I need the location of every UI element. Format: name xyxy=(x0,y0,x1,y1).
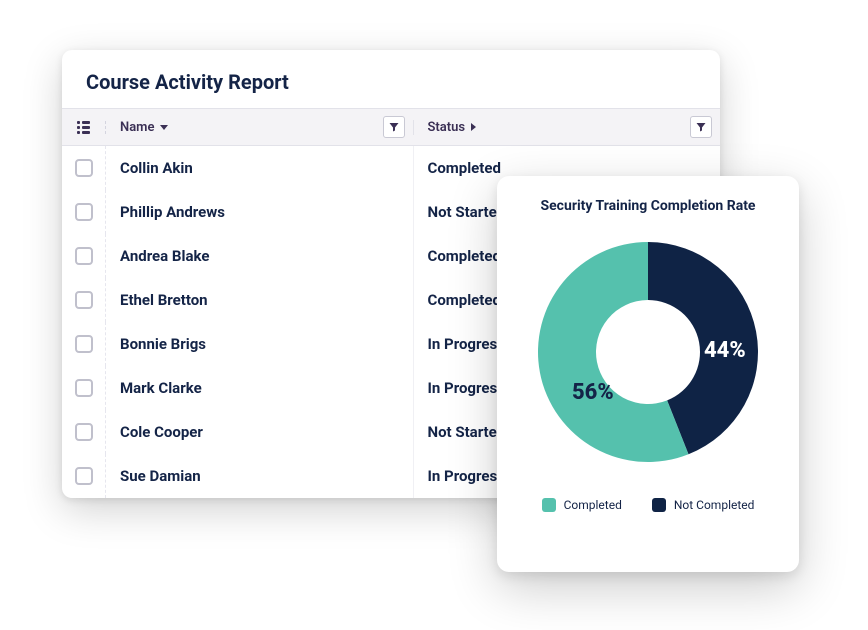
row-checkbox-cell xyxy=(62,190,106,234)
row-name: Sue Damian xyxy=(120,467,201,485)
row-checkbox[interactable] xyxy=(75,423,93,441)
donut-chart: 56% 44% xyxy=(528,232,768,472)
funnel-icon xyxy=(695,121,707,133)
row-checkbox-cell xyxy=(62,278,106,322)
row-checkbox[interactable] xyxy=(75,159,93,177)
row-name: Mark Clarke xyxy=(120,379,202,397)
list-icon xyxy=(77,121,90,134)
row-name-cell: Collin Akin xyxy=(106,146,414,190)
row-checkbox[interactable] xyxy=(75,335,93,353)
row-status: Completed xyxy=(428,291,501,309)
sort-right-icon xyxy=(471,123,476,131)
row-status: Not Started xyxy=(428,203,506,221)
row-status: In Progress xyxy=(428,335,505,353)
row-checkbox-cell xyxy=(62,322,106,366)
row-checkbox-cell xyxy=(62,146,106,190)
row-name: Ethel Bretton xyxy=(120,291,208,309)
chart-legend: Completed Not Completed xyxy=(542,498,755,512)
funnel-icon xyxy=(388,121,400,133)
row-status: Completed xyxy=(428,159,501,177)
row-status: In Progress xyxy=(428,379,505,397)
row-checkbox-cell xyxy=(62,234,106,278)
legend-item-not-completed: Not Completed xyxy=(652,498,755,512)
row-name: Phillip Andrews xyxy=(120,203,225,221)
column-header-name-label: Name xyxy=(120,120,154,135)
row-checkbox[interactable] xyxy=(75,203,93,221)
row-checkbox-cell xyxy=(62,454,106,498)
row-status: In Progress xyxy=(428,467,505,485)
row-checkbox-cell xyxy=(62,366,106,410)
legend-swatch-not-completed xyxy=(652,498,666,512)
row-checkbox[interactable] xyxy=(75,467,93,485)
row-name-cell: Phillip Andrews xyxy=(106,190,414,234)
sort-desc-icon xyxy=(160,125,168,130)
row-checkbox-cell xyxy=(62,410,106,454)
legend-item-completed: Completed xyxy=(542,498,622,512)
row-status: Completed xyxy=(428,247,501,265)
row-checkbox[interactable] xyxy=(75,379,93,397)
column-header-status-label: Status xyxy=(428,120,466,135)
filter-status-button[interactable] xyxy=(690,116,712,138)
filter-name-button[interactable] xyxy=(383,116,405,138)
row-checkbox[interactable] xyxy=(75,247,93,265)
row-name-cell: Bonnie Brigs xyxy=(106,322,414,366)
donut-label-not-completed: 44% xyxy=(704,338,746,363)
legend-label-not-completed: Not Completed xyxy=(674,498,755,512)
row-name: Bonnie Brigs xyxy=(120,335,206,353)
legend-label-completed: Completed xyxy=(564,498,622,512)
row-name-cell: Ethel Bretton xyxy=(106,278,414,322)
report-title: Course Activity Report xyxy=(62,50,720,108)
table-header-row: Name Status xyxy=(62,108,720,146)
row-name: Andrea Blake xyxy=(120,247,209,265)
row-status: Not Started xyxy=(428,423,506,441)
row-checkbox[interactable] xyxy=(75,291,93,309)
row-name-cell: Sue Damian xyxy=(106,454,414,498)
legend-swatch-completed xyxy=(542,498,556,512)
completion-rate-card: Security Training Completion Rate 56% 44… xyxy=(497,176,799,572)
donut-label-completed: 56% xyxy=(572,380,614,405)
row-name-cell: Mark Clarke xyxy=(106,366,414,410)
chart-title: Security Training Completion Rate xyxy=(541,198,756,214)
column-header-status[interactable]: Status xyxy=(414,120,721,135)
row-name: Collin Akin xyxy=(120,159,193,177)
row-name: Cole Cooper xyxy=(120,423,203,441)
column-header-name[interactable]: Name xyxy=(106,120,414,135)
row-name-cell: Cole Cooper xyxy=(106,410,414,454)
row-name-cell: Andrea Blake xyxy=(106,234,414,278)
list-view-toggle[interactable] xyxy=(62,121,106,134)
